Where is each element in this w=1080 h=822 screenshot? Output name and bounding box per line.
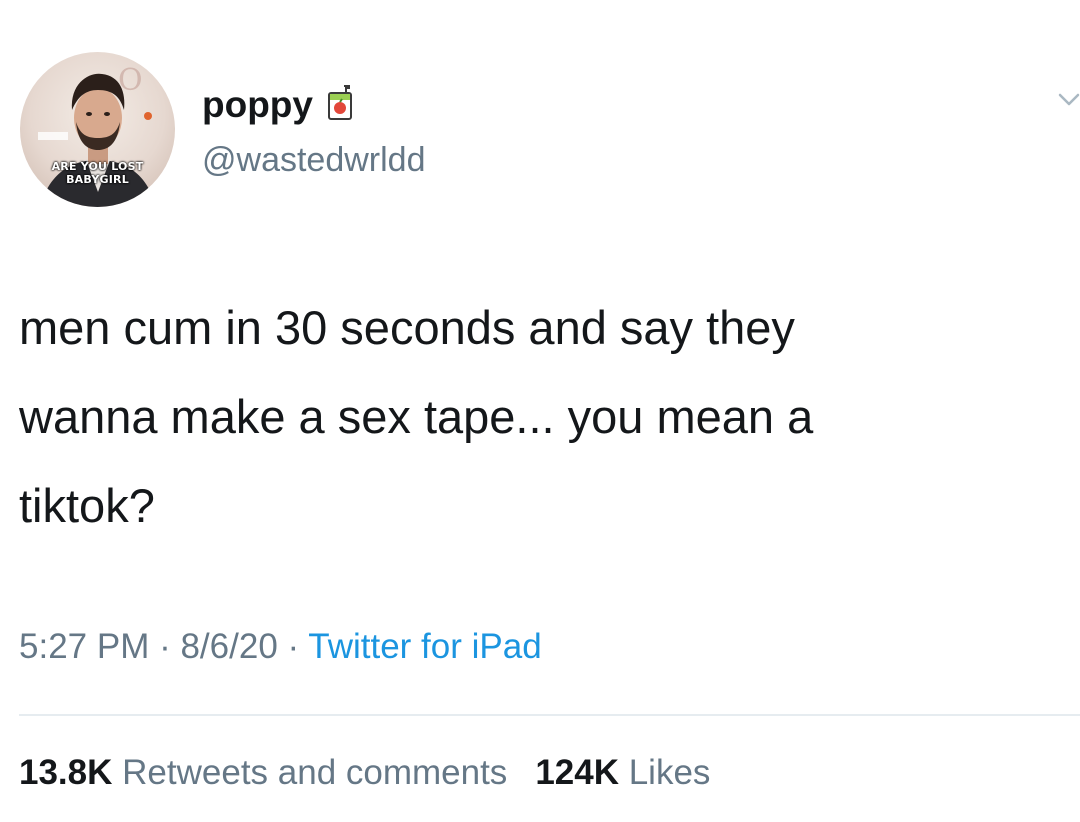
likes-count: 124K	[535, 753, 619, 792]
tweet-source-link[interactable]: Twitter for iPad	[308, 627, 541, 666]
chevron-down-icon[interactable]	[1058, 92, 1080, 108]
tweet-time[interactable]: 5:27 PM	[19, 627, 149, 666]
likes-stat[interactable]: 124K Likes	[535, 753, 710, 792]
tweet-text-line: men cum in 30 seconds and say they	[19, 301, 795, 354]
tweet-text: men cum in 30 seconds and say they wanna…	[19, 283, 1069, 550]
avatar-caption: ARE YOU LOST BABYGIRL	[20, 160, 175, 186]
juice-box-icon	[327, 85, 352, 120]
retweets-stat[interactable]: 13.8K Retweets and comments	[19, 753, 507, 792]
meta-separator: ·	[277, 627, 309, 666]
likes-label: Likes	[628, 753, 711, 792]
avatar[interactable]: O ARE YOU LOST BABYGIRL	[20, 52, 175, 207]
tweet-meta: 5:27 PM · 8/6/20 · Twitter for iPad	[19, 623, 542, 671]
avatar-caption-line1: ARE YOU LOST	[51, 160, 144, 173]
display-name[interactable]: poppy	[202, 82, 313, 128]
tweet-stats: 13.8K Retweets and comments 124K Likes	[19, 748, 710, 798]
user-handle[interactable]: @wastedwrldd	[202, 138, 426, 182]
tweet-date[interactable]: 8/6/20	[180, 627, 277, 666]
tweet-card: O ARE YOU LOST BABYGIRL poppy @wastedwrl…	[0, 0, 1080, 822]
avatar-caption-line2: BABYGIRL	[66, 173, 129, 186]
tweet-text-line: wanna make a sex tape... you mean a	[19, 390, 814, 443]
tweet-text-line: tiktok?	[19, 479, 155, 532]
display-name-row: poppy	[202, 82, 353, 128]
divider	[19, 714, 1080, 716]
retweets-label: Retweets and comments	[122, 753, 508, 792]
meta-separator: ·	[149, 627, 181, 666]
retweets-count: 13.8K	[19, 753, 113, 792]
